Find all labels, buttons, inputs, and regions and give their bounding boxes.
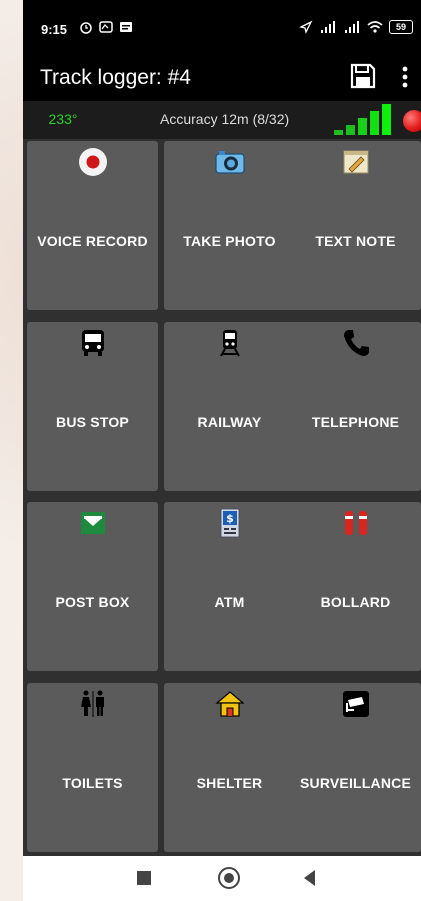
signal-strength-icon — [334, 104, 391, 135]
system-nav-bar — [23, 856, 421, 901]
voice-record-button[interactable]: VOICE RECORD — [27, 141, 158, 310]
app-bar: Track logger: #4 — [23, 56, 421, 101]
notepad-icon — [343, 150, 368, 174]
surveillance-camera-icon — [342, 691, 369, 717]
tile-label: TAKE PHOTO — [183, 233, 276, 249]
bollard-icon — [344, 511, 367, 535]
message-icon — [120, 22, 132, 32]
gps-info-bar: 233° Accuracy 12m (8/32) — [23, 101, 421, 139]
poi-button-grid: VOICE RECORD TAKE PHOTO TEXT NOTE BUS ST… — [27, 141, 421, 853]
train-icon — [219, 330, 240, 357]
recents-square-icon[interactable] — [137, 871, 151, 885]
location-icon — [299, 20, 313, 34]
page-title: Track logger: #4 — [40, 66, 191, 89]
wifi-icon — [367, 21, 383, 33]
tile-label: ATM — [214, 594, 245, 610]
compass-heading: 233° — [48, 111, 78, 127]
toilets-button[interactable]: TOILETS — [27, 683, 158, 852]
surveillance-button[interactable]: SURVEILLANCE — [290, 683, 421, 852]
text-note-button[interactable]: TEXT NOTE — [290, 141, 421, 310]
tile-label: POST BOX — [55, 594, 130, 610]
tile-label: BUS STOP — [56, 414, 129, 430]
notification-icon — [99, 21, 113, 33]
bollard-button[interactable]: BOLLARD — [290, 502, 421, 671]
atm-button[interactable]: $ ATM — [164, 502, 295, 671]
railway-button[interactable]: RAILWAY — [164, 322, 295, 491]
camera-icon — [214, 151, 245, 174]
home-circle-icon[interactable] — [218, 867, 240, 889]
alarm-icon — [80, 22, 92, 34]
svg-text:$: $ — [226, 512, 234, 525]
bus-stop-button[interactable]: BUS STOP — [27, 322, 158, 491]
shelter-button[interactable]: SHELTER — [164, 683, 295, 852]
tile-label: TEXT NOTE — [315, 233, 396, 249]
post-box-icon — [80, 512, 105, 534]
toilets-icon — [80, 690, 104, 717]
phone-screen: 9:15 59 Track logger: #4 233° Accuracy 1… — [23, 0, 421, 901]
post-box-button[interactable]: POST BOX — [27, 502, 158, 671]
tile-label: RAILWAY — [197, 414, 262, 430]
tile-label: BOLLARD — [320, 594, 391, 610]
save-icon[interactable] — [350, 63, 376, 89]
atm-icon: $ — [220, 508, 239, 538]
cell-signal-icon-2 — [345, 21, 359, 33]
overflow-menu-icon[interactable] — [401, 65, 409, 89]
tile-label: TOILETS — [62, 775, 123, 791]
tile-label: SHELTER — [196, 775, 263, 791]
telephone-icon — [343, 330, 369, 356]
bus-icon — [81, 330, 104, 356]
record-button-icon — [78, 148, 107, 176]
telephone-button[interactable]: TELEPHONE — [290, 322, 421, 491]
tile-label: SURVEILLANCE — [299, 775, 412, 791]
tile-label: TELEPHONE — [311, 414, 400, 430]
status-time: 9:15 — [41, 22, 68, 37]
status-bar: 9:15 59 — [23, 0, 421, 56]
notification-icons — [79, 20, 133, 34]
gps-accuracy: Accuracy 12m (8/32) — [160, 111, 290, 127]
tile-label: VOICE RECORD — [37, 233, 148, 249]
shelter-icon — [214, 691, 245, 717]
cell-signal-icon — [321, 21, 335, 33]
system-icons: 59 — [299, 20, 413, 34]
back-triangle-icon[interactable] — [304, 870, 315, 886]
recording-indicator-icon — [403, 110, 421, 132]
battery-indicator: 59 — [389, 20, 413, 34]
take-photo-button[interactable]: TAKE PHOTO — [164, 141, 295, 310]
